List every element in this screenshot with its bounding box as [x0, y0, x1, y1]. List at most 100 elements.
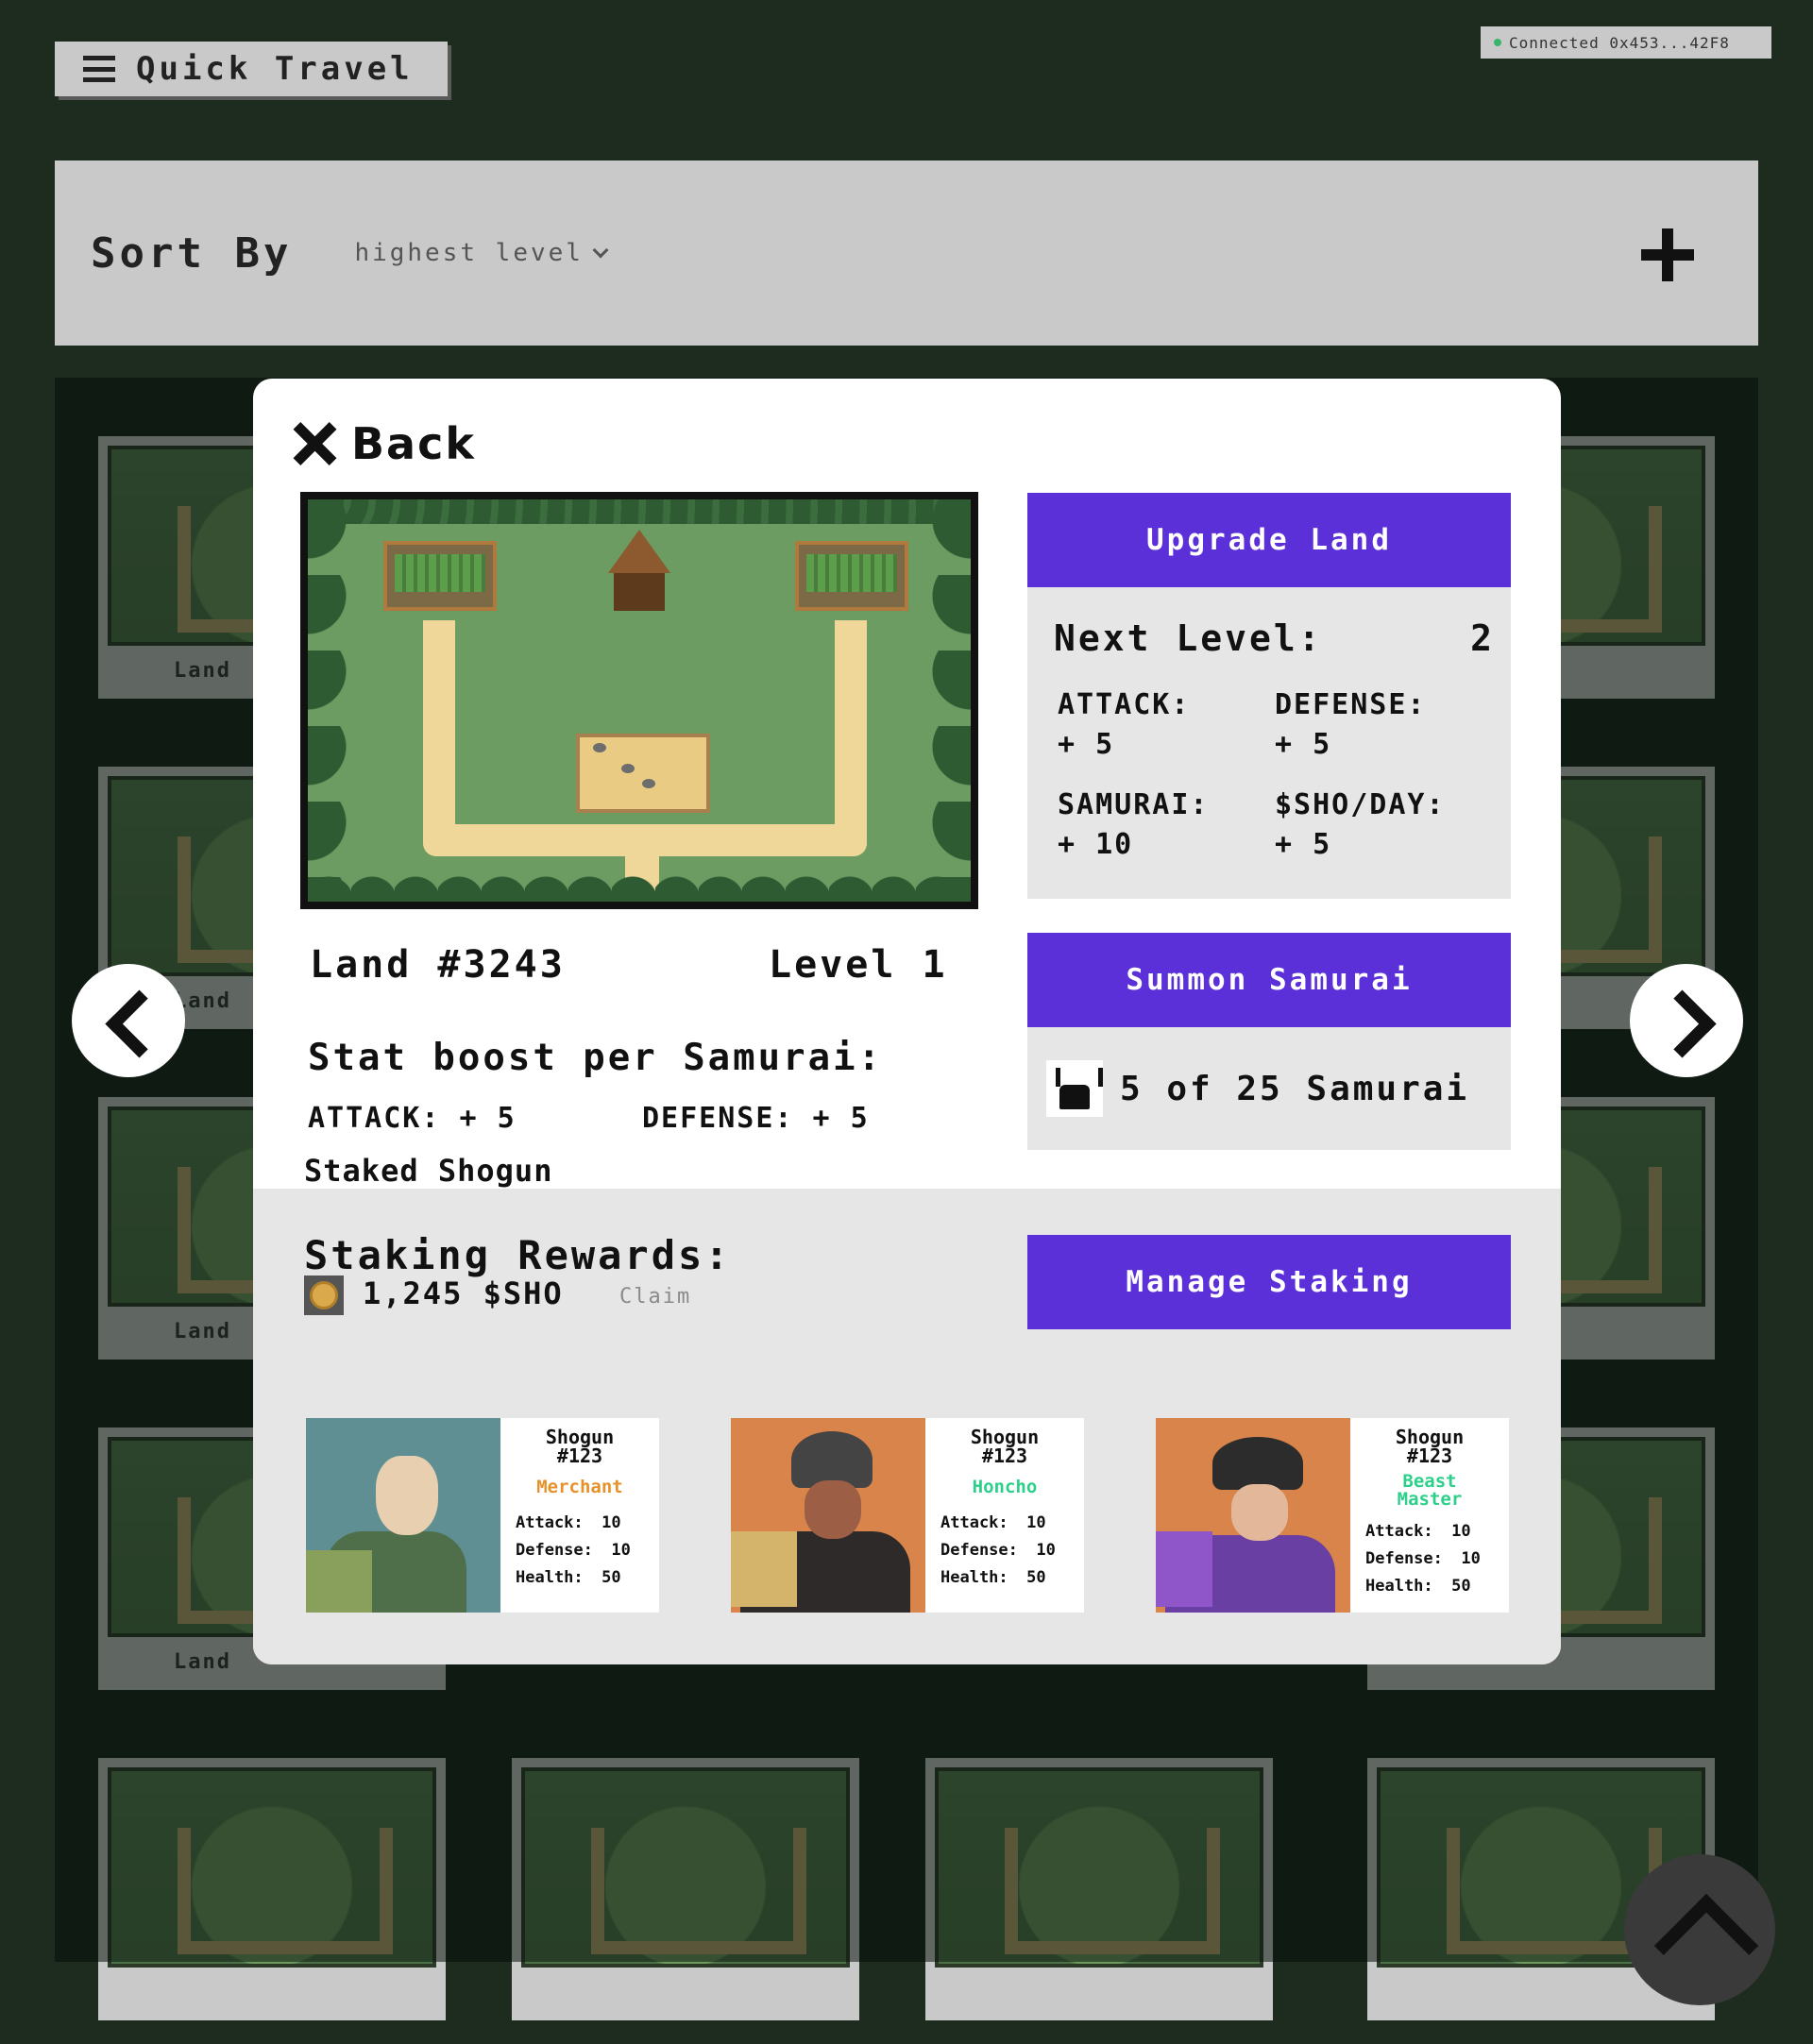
- wallet-status[interactable]: Connected 0x453...42F8: [1481, 26, 1771, 59]
- next-level-attack-value: + 5: [1058, 728, 1115, 761]
- defense-label: Defense:: [940, 1541, 1018, 1560]
- shogun-card[interactable]: Shogun #123 Honcho Attack: 10 Defense: 10 …: [731, 1418, 1084, 1613]
- next-level-defense-label: DEFENSE:: [1275, 688, 1427, 721]
- next-level-samurai-value: + 10: [1058, 828, 1134, 861]
- shogun-card[interactable]: Shogun #123 Merchant Attack: 10 Defense: 1…: [306, 1418, 659, 1613]
- sort-selected-value: highest level: [354, 239, 584, 267]
- sort-by-label: Sort By: [91, 228, 293, 278]
- defense-label: Defense:: [516, 1541, 593, 1560]
- next-level-sho-per-day: $SHO/DAY: + 5: [1275, 786, 1446, 865]
- chevron-left-icon[interactable]: [72, 964, 185, 1077]
- health-value: 50: [1451, 1577, 1471, 1596]
- tree-border: [308, 499, 971, 524]
- shogun-stats: Attack: 10 Defense: 10 Health: 50: [1350, 1518, 1509, 1600]
- land-map-image: [300, 492, 978, 909]
- health-label: Health:: [1365, 1577, 1433, 1596]
- connected-dot-icon: [1494, 39, 1501, 46]
- next-level-attack-label: ATTACK:: [1058, 688, 1191, 721]
- chevron-down-icon: [592, 242, 609, 259]
- chevron-right-icon[interactable]: [1630, 964, 1743, 1077]
- health-label: Health:: [516, 1568, 584, 1587]
- farm-plot: [795, 541, 908, 611]
- stat-boost-heading: Stat boost per Samurai:: [308, 1037, 884, 1079]
- sand-pit: [576, 734, 710, 813]
- shogun-portrait: [731, 1418, 925, 1613]
- claim-link[interactable]: Claim: [619, 1285, 691, 1309]
- attack-label: Attack:: [516, 1513, 584, 1532]
- upgrade-land-button[interactable]: Upgrade Land: [1027, 493, 1511, 587]
- shogun-portrait: [306, 1418, 500, 1613]
- next-level-defense: DEFENSE: + 5: [1275, 685, 1427, 765]
- defense-value: 10: [1036, 1541, 1056, 1560]
- back-button[interactable]: Back: [293, 418, 476, 469]
- land-thumbnail: [521, 1767, 850, 1968]
- samurai-helmet-icon: [1046, 1060, 1103, 1117]
- attack-value: 10: [602, 1513, 621, 1532]
- next-level-label: Next Level:: [1054, 617, 1323, 659]
- stat-boost-attack: ATTACK: + 5: [308, 1102, 517, 1135]
- scroll-to-top-icon[interactable]: [1624, 1854, 1775, 2005]
- hamburger-icon: [83, 56, 115, 82]
- land-card[interactable]: [925, 1758, 1273, 2020]
- sort-select[interactable]: highest level: [354, 239, 609, 267]
- land-card[interactable]: [98, 1758, 446, 2020]
- land-card[interactable]: [512, 1758, 859, 2020]
- shogun-name: Shogun #123: [545, 1426, 615, 1467]
- health-value: 50: [1026, 1568, 1046, 1587]
- next-level-sho-label: $SHO/DAY:: [1275, 788, 1446, 821]
- shogun-stats: Attack: 10 Defense: 10 Health: 50: [925, 1510, 1084, 1592]
- quick-travel-label: Quick Travel: [136, 50, 414, 88]
- summon-samurai-button[interactable]: Summon Samurai: [1027, 933, 1511, 1027]
- shogun-name: Shogun #123: [970, 1426, 1040, 1467]
- next-level-value: 2: [1470, 617, 1492, 659]
- tree-border: [308, 499, 351, 902]
- samurai-count: 5 of 25 Samurai: [1120, 1069, 1470, 1108]
- coin-icon: [304, 1275, 344, 1315]
- next-level-samurai: SAMURAI: + 10: [1058, 786, 1210, 865]
- wallet-status-text: Connected 0x453...42F8: [1509, 33, 1730, 52]
- next-level-sho-value: + 5: [1275, 828, 1332, 861]
- land-name: Land #3243: [310, 943, 566, 987]
- tree-border: [308, 858, 971, 902]
- defense-value: 10: [1461, 1549, 1481, 1568]
- attack-label: Attack:: [940, 1513, 1008, 1532]
- shogun-info: Shogun #123 Beast Master Attack: 10 Defen…: [1350, 1418, 1509, 1613]
- samurai-count-panel: 5 of 25 Samurai: [1027, 1027, 1511, 1150]
- shogun-role: Honcho: [972, 1477, 1038, 1497]
- rock: [593, 743, 606, 752]
- manage-staking-button[interactable]: Manage Staking: [1027, 1235, 1511, 1329]
- rock: [621, 764, 635, 773]
- land-detail-modal: Back Land #3243 Level 1 Stat boost per S…: [253, 379, 1561, 1664]
- next-level-samurai-label: SAMURAI:: [1058, 788, 1210, 821]
- stat-boost-defense: DEFENSE: + 5: [642, 1102, 870, 1135]
- add-icon[interactable]: [1641, 228, 1694, 281]
- tree-border: [927, 499, 971, 902]
- land-level: Level 1: [769, 943, 948, 987]
- farm-plot: [383, 541, 497, 611]
- rock: [642, 779, 655, 788]
- attack-label: Attack:: [1365, 1522, 1433, 1541]
- staked-shogun-label: Staked Shogun: [304, 1153, 553, 1189]
- next-level-defense-value: + 5: [1275, 728, 1332, 761]
- staking-rewards-heading: Staking Rewards:: [304, 1232, 732, 1278]
- defense-label: Defense:: [1365, 1549, 1443, 1568]
- staking-rewards-value: 1,245 $SHO: [363, 1275, 564, 1311]
- quick-travel-button[interactable]: Quick Travel: [55, 42, 448, 96]
- shogun-card[interactable]: Shogun #123 Beast Master Attack: 10 Defen…: [1156, 1418, 1509, 1613]
- defense-value: 10: [611, 1541, 631, 1560]
- shogun-info: Shogun #123 Honcho Attack: 10 Defense: 10 …: [925, 1418, 1084, 1613]
- shogun-stats: Attack: 10 Defense: 10 Health: 50: [500, 1510, 659, 1592]
- attack-value: 10: [1026, 1513, 1046, 1532]
- land-thumbnail: [935, 1767, 1263, 1968]
- land-thumbnail: [108, 1767, 436, 1968]
- back-label: Back: [351, 418, 476, 469]
- close-icon: [293, 422, 336, 465]
- shogun-name: Shogun #123: [1395, 1426, 1465, 1467]
- shogun-portrait: [1156, 1418, 1350, 1613]
- shogun-info: Shogun #123 Merchant Attack: 10 Defense: 1…: [500, 1418, 659, 1613]
- sort-bar: Sort By highest level: [55, 160, 1758, 346]
- next-level-panel: Next Level: 2 ATTACK: + 5 DEFENSE: + 5 S…: [1027, 587, 1511, 899]
- attack-value: 10: [1451, 1522, 1471, 1541]
- hut-building: [608, 530, 670, 611]
- shogun-role: Beast Master: [1397, 1471, 1463, 1510]
